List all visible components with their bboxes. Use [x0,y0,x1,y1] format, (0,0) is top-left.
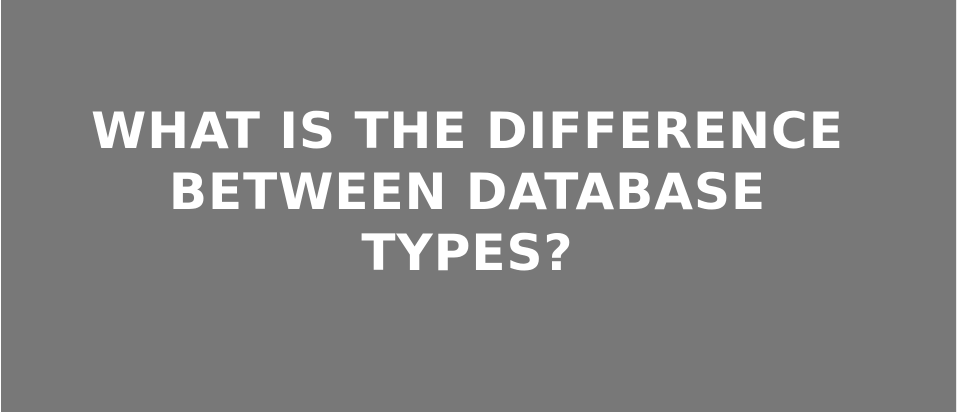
headline: WHAT IS THE DIFFERENCE BETWEEN DATABASE … [1,101,934,284]
headline-line-1: WHAT IS THE DIFFERENCE [91,102,844,160]
headline-line-2: BETWEEN DATABASE [168,163,767,221]
title-banner: WHAT IS THE DIFFERENCE BETWEEN DATABASE … [0,0,957,412]
headline-line-3: TYPES? [361,224,574,282]
